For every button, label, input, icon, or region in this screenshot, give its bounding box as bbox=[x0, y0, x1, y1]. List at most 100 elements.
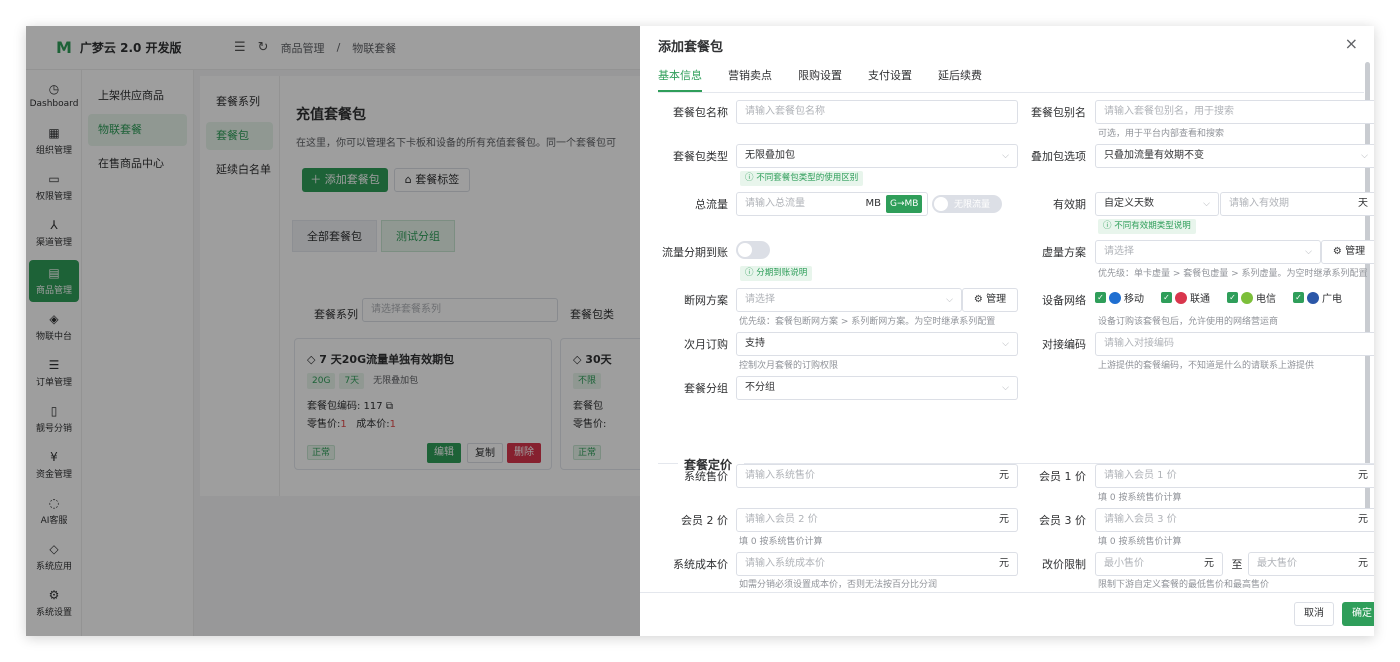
alias-hint: 可选，用于平台内部查看和搜索 bbox=[1098, 129, 1225, 139]
network-label: 设备网络 bbox=[1042, 294, 1086, 307]
alias-label: 套餐包别名 bbox=[1031, 106, 1086, 119]
modal-overlay[interactable] bbox=[26, 26, 640, 636]
validity-unit: 天 bbox=[1358, 198, 1368, 209]
chevron-down-icon: ⌵ bbox=[1002, 383, 1009, 393]
footer-divider bbox=[640, 592, 1374, 593]
checkbox-checked-icon: ✓ bbox=[1293, 292, 1304, 303]
package-alias-input[interactable]: 请输入套餐包别名，用于搜索 bbox=[1095, 100, 1374, 124]
network-telecom-checkbox[interactable]: ✓ 电信 bbox=[1227, 290, 1276, 305]
virtual-placeholder: 请选择 bbox=[1104, 246, 1134, 257]
dock-code-hint: 上游提供的套餐编码，不知道是什么的请联系上游提供 bbox=[1098, 361, 1315, 371]
validity-label: 有效期 bbox=[1053, 198, 1086, 211]
member3-hint: 填 0 按系统售价计算 bbox=[1098, 537, 1182, 547]
china-mobile-icon bbox=[1109, 291, 1121, 304]
cost-price-hint: 如需分销必须设置成本价，否则无法按百分比分润 bbox=[739, 580, 938, 590]
next-month-select[interactable]: 支持 ⌵ bbox=[736, 332, 1018, 356]
price-limit-label: 改价限制 bbox=[1042, 558, 1086, 571]
validity-input[interactable]: 请输入有效期 天 bbox=[1220, 192, 1374, 216]
checkbox-checked-icon: ✓ bbox=[1095, 292, 1106, 303]
group-select[interactable]: 不分组 ⌵ bbox=[736, 376, 1018, 400]
installment-switch[interactable] bbox=[736, 241, 770, 259]
app-window: M 广梦云 2.0 开发版 ☰ ↻ 商品管理 / 物联套餐 ◷ Dashboard… bbox=[26, 26, 1374, 636]
package-name-input[interactable]: 请输入套餐包名称 bbox=[736, 100, 1018, 124]
cutoff-hint: 优先级：套餐包断网方案 > 系列断网方案。为空时继承系列配置 bbox=[739, 317, 996, 327]
validity-placeholder: 请输入有效期 bbox=[1229, 198, 1289, 209]
cutoff-manage-label: 管理 bbox=[986, 294, 1007, 305]
group-value: 不分组 bbox=[745, 382, 775, 393]
type-value: 无限叠加包 bbox=[745, 150, 795, 161]
package-type-select[interactable]: 无限叠加包 ⌵ bbox=[736, 144, 1018, 168]
currency-unit: 元 bbox=[999, 558, 1009, 569]
network-mobile-label: 移动 bbox=[1124, 294, 1144, 305]
range-separator: 至 bbox=[1231, 558, 1243, 571]
china-telecom-icon bbox=[1241, 291, 1253, 304]
g-to-mb-button[interactable]: G→MB bbox=[886, 195, 923, 213]
tab-basic-info[interactable]: 基本信息 bbox=[658, 66, 702, 92]
cancel-button[interactable]: 取消 bbox=[1294, 602, 1334, 626]
network-mobile-checkbox[interactable]: ✓ 移动 bbox=[1095, 290, 1144, 305]
tab-marketing[interactable]: 营销卖点 bbox=[728, 66, 772, 92]
chevron-down-icon: ⌵ bbox=[1361, 151, 1368, 161]
tab-deferred-renewal[interactable]: 延后续费 bbox=[938, 66, 982, 92]
member1-placeholder: 请输入会员 1 价 bbox=[1104, 470, 1177, 481]
currency-unit: 元 bbox=[1204, 558, 1214, 569]
network-telecom-label: 电信 bbox=[1256, 294, 1276, 305]
cost-price-placeholder: 请输入系统成本价 bbox=[745, 558, 825, 569]
gear-icon: ⚙ bbox=[1332, 246, 1342, 257]
close-icon[interactable]: × bbox=[1345, 34, 1358, 53]
tab-purchase-limit[interactable]: 限购设置 bbox=[798, 66, 842, 92]
chevron-down-icon: ⌵ bbox=[1305, 247, 1312, 257]
traffic-placeholder: 请输入总流量 bbox=[745, 198, 805, 209]
chevron-down-icon: ⌵ bbox=[1002, 339, 1009, 349]
next-month-label: 次月订购 bbox=[684, 338, 728, 351]
type-help-text: 不同套餐包类型的使用区别 bbox=[756, 173, 859, 183]
stack-option-select[interactable]: 只叠加流量有效期不变 ⌵ bbox=[1095, 144, 1374, 168]
member1-hint: 填 0 按系统售价计算 bbox=[1098, 493, 1182, 503]
currency-unit: 元 bbox=[999, 514, 1009, 525]
cutoff-label: 断网方案 bbox=[684, 294, 728, 307]
dock-code-input[interactable]: 请输入对接编码 bbox=[1095, 332, 1374, 356]
validity-type-select[interactable]: 自定义天数 ⌵ bbox=[1095, 192, 1219, 216]
network-broadcast-checkbox[interactable]: ✓ 广电 bbox=[1293, 290, 1342, 305]
installment-label: 流量分期到账 bbox=[662, 246, 728, 259]
chevron-down-icon: ⌵ bbox=[946, 295, 953, 305]
cost-price-input[interactable]: 请输入系统成本价 元 bbox=[736, 552, 1018, 576]
network-hint: 设备订购该套餐包后，允许使用的网络营运商 bbox=[1098, 317, 1279, 327]
chevron-down-icon: ⌵ bbox=[1002, 151, 1009, 161]
checkbox-checked-icon: ✓ bbox=[1227, 292, 1238, 303]
virtual-manage-button[interactable]: ⚙ 管理 bbox=[1321, 240, 1374, 264]
group-label: 套餐分组 bbox=[684, 382, 728, 395]
installment-help-link[interactable]: ⓘ 分期到账说明 bbox=[740, 266, 813, 281]
traffic-unit: MB bbox=[865, 198, 882, 209]
installment-help-text: 分期到账说明 bbox=[756, 268, 808, 278]
member3-label: 会员 3 价 bbox=[1039, 514, 1086, 527]
tab-payment[interactable]: 支付设置 bbox=[868, 66, 912, 92]
cutoff-scheme-select[interactable]: 请选择 ⌵ bbox=[736, 288, 962, 312]
confirm-button[interactable]: 确定 bbox=[1342, 602, 1374, 626]
cutoff-manage-button[interactable]: ⚙ 管理 bbox=[962, 288, 1018, 312]
member2-label: 会员 2 价 bbox=[681, 514, 728, 527]
drawer-tabs: 基本信息 营销卖点 限购设置 支付设置 延后续费 bbox=[658, 66, 982, 92]
checkbox-checked-icon: ✓ bbox=[1161, 292, 1172, 303]
type-label: 套餐包类型 bbox=[673, 150, 728, 163]
validity-help-link[interactable]: ⓘ 不同有效期类型说明 bbox=[1098, 219, 1196, 234]
min-price-input[interactable]: 最小售价 元 bbox=[1095, 552, 1223, 576]
network-unicom-checkbox[interactable]: ✓ 联通 bbox=[1161, 290, 1210, 305]
member2-price-input[interactable]: 请输入会员 2 价 元 bbox=[736, 508, 1018, 532]
name-label: 套餐包名称 bbox=[673, 106, 728, 119]
member3-price-input[interactable]: 请输入会员 3 价 元 bbox=[1095, 508, 1374, 532]
unlimited-traffic-text: 无限流量 bbox=[954, 200, 991, 210]
chevron-down-icon: ⌵ bbox=[1203, 199, 1210, 209]
currency-unit: 元 bbox=[999, 470, 1009, 481]
system-price-input[interactable]: 请输入系统售价 元 bbox=[736, 464, 1018, 488]
system-price-placeholder: 请输入系统售价 bbox=[745, 470, 815, 481]
member1-price-input[interactable]: 请输入会员 1 价 元 bbox=[1095, 464, 1374, 488]
member3-placeholder: 请输入会员 3 价 bbox=[1104, 514, 1177, 525]
min-price-placeholder: 最小售价 bbox=[1104, 558, 1144, 569]
cutoff-placeholder: 请选择 bbox=[745, 294, 775, 305]
traffic-label: 总流量 bbox=[695, 198, 728, 211]
price-limit-hint: 限制下游自定义套餐的最低售价和最高售价 bbox=[1098, 580, 1270, 590]
type-help-link[interactable]: ⓘ 不同套餐包类型的使用区别 bbox=[740, 171, 864, 186]
virtual-scheme-select[interactable]: 请选择 ⌵ bbox=[1095, 240, 1321, 264]
max-price-input[interactable]: 最大售价 元 bbox=[1248, 552, 1374, 576]
